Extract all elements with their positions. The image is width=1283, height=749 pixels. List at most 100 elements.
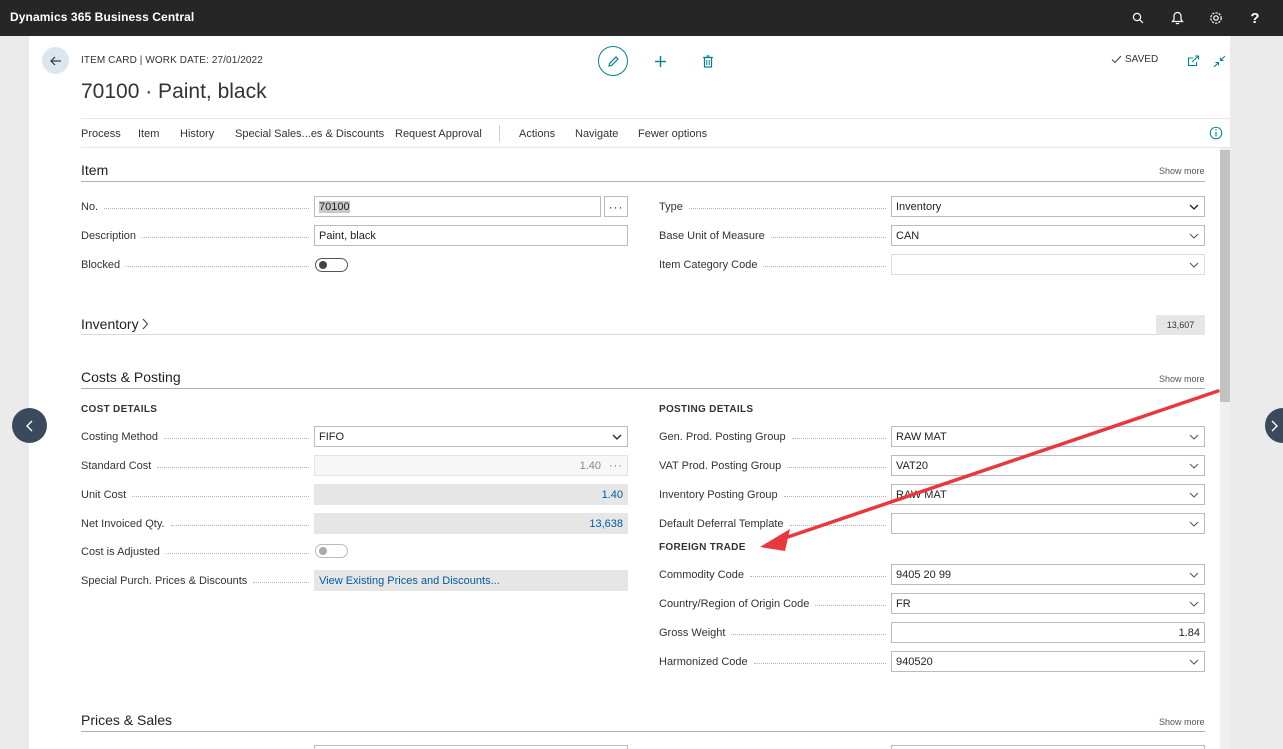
action-history[interactable]: History xyxy=(180,128,214,140)
action-special-sales[interactable]: Special Sales...es & Discounts xyxy=(235,128,384,140)
action-separator xyxy=(499,125,500,142)
saved-status: SAVED xyxy=(1111,54,1158,65)
action-request-approval[interactable]: Request Approval xyxy=(395,128,482,140)
deferral-template-label: Default Deferral Template xyxy=(659,518,892,530)
prices-field-partial[interactable] xyxy=(314,745,628,749)
origin-country-label: Country/Region of Origin Code xyxy=(659,598,892,610)
type-label: Type xyxy=(659,201,892,213)
gross-weight-field[interactable]: 1.84 xyxy=(891,622,1205,643)
edit-button[interactable] xyxy=(598,46,628,76)
chevron-right-icon xyxy=(1271,420,1278,431)
chevron-down-icon xyxy=(1188,259,1200,271)
vat-prod-posting-field[interactable]: VAT20 xyxy=(891,455,1205,476)
costs-show-more-link[interactable]: Show more xyxy=(1159,374,1205,384)
collapse-button[interactable] xyxy=(1210,52,1228,70)
section-divider xyxy=(81,334,1205,335)
chevron-down-icon xyxy=(1188,656,1200,668)
chevron-right-icon xyxy=(142,318,148,330)
description-field[interactable]: Paint, black xyxy=(314,225,628,246)
standard-cost-field[interactable]: 1.40 ··· xyxy=(314,455,628,476)
unit-cost-field[interactable]: 1.40 xyxy=(314,484,628,505)
breadcrumb: ITEM CARD | WORK DATE: 27/01/2022 xyxy=(81,55,263,66)
deferral-template-field[interactable] xyxy=(891,513,1205,534)
info-icon[interactable] xyxy=(1209,126,1223,140)
chevron-down-icon xyxy=(1188,201,1200,213)
standard-cost-assist-button[interactable]: ··· xyxy=(609,460,623,472)
blocked-toggle[interactable] xyxy=(315,258,348,272)
standard-cost-label: Standard Cost xyxy=(81,460,315,472)
arrow-left-icon xyxy=(49,56,61,65)
action-process[interactable]: Process xyxy=(81,128,121,140)
costing-method-label: Costing Method xyxy=(81,431,315,443)
previous-record-button[interactable] xyxy=(12,408,47,443)
posting-details-heading: POSTING DETAILS xyxy=(659,404,754,415)
chevron-down-icon xyxy=(1188,569,1200,581)
harmonized-code-field[interactable]: 940520 xyxy=(891,651,1205,672)
action-bar: Process Item History Special Sales...es … xyxy=(81,118,1230,148)
page-title: 70100 · Paint, black xyxy=(81,80,267,103)
new-button[interactable] xyxy=(650,51,670,71)
special-purch-field[interactable]: View Existing Prices and Discounts... xyxy=(314,570,628,591)
type-select[interactable]: Inventory xyxy=(891,196,1205,217)
help-icon[interactable]: ? xyxy=(1245,8,1265,28)
gen-prod-posting-field[interactable]: RAW MAT xyxy=(891,426,1205,447)
section-costs-posting-title[interactable]: Costs & Posting xyxy=(81,369,181,385)
inventory-title-text: Inventory xyxy=(81,316,139,332)
toggle-knob xyxy=(319,261,327,269)
costing-method-select[interactable]: FIFO xyxy=(314,426,628,447)
toggle-knob xyxy=(319,547,327,555)
base-uom-field[interactable]: CAN xyxy=(891,225,1205,246)
prices-show-more-link[interactable]: Show more xyxy=(1159,717,1205,727)
plus-icon xyxy=(654,55,666,67)
bell-icon[interactable] xyxy=(1167,8,1187,28)
scrollbar-thumb[interactable] xyxy=(1220,150,1230,402)
action-actions[interactable]: Actions xyxy=(519,128,555,140)
section-prices-sales-title[interactable]: Prices & Sales xyxy=(81,712,172,728)
gear-icon[interactable] xyxy=(1206,8,1226,28)
open-in-new-window-button[interactable] xyxy=(1184,52,1202,70)
pencil-icon xyxy=(607,55,619,67)
action-navigate[interactable]: Navigate xyxy=(575,128,618,140)
chevron-down-icon xyxy=(1188,518,1200,530)
section-item-title[interactable]: Item xyxy=(81,162,108,178)
chevron-down-icon xyxy=(1188,489,1200,501)
saved-label: SAVED xyxy=(1125,54,1159,65)
prices-field-partial[interactable] xyxy=(891,745,1205,749)
checkmark-icon xyxy=(1111,55,1122,64)
chevron-down-icon xyxy=(1188,598,1200,610)
net-invoiced-qty-field[interactable]: 13,638 xyxy=(314,513,628,534)
harmonized-code-label: Harmonized Code xyxy=(659,656,892,668)
chevron-down-icon xyxy=(1188,460,1200,472)
item-show-more-link[interactable]: Show more xyxy=(1159,166,1205,176)
unit-cost-label: Unit Cost xyxy=(81,489,315,501)
commodity-code-label: Commodity Code xyxy=(659,569,892,581)
item-category-field[interactable] xyxy=(891,254,1205,275)
collapse-icon xyxy=(1213,55,1225,67)
description-label: Description xyxy=(81,230,315,242)
cost-is-adjusted-toggle xyxy=(315,544,348,558)
item-category-label: Item Category Code xyxy=(659,259,892,271)
action-fewer-options[interactable]: Fewer options xyxy=(638,128,707,140)
search-icon[interactable] xyxy=(1128,8,1148,28)
section-inventory-title[interactable]: Inventory xyxy=(81,316,149,332)
inventory-posting-field[interactable]: RAW MAT xyxy=(891,484,1205,505)
no-assist-edit-button[interactable]: ··· xyxy=(604,196,628,217)
section-divider xyxy=(81,731,1205,732)
background-right xyxy=(1230,36,1283,749)
action-item[interactable]: Item xyxy=(138,128,159,140)
vat-prod-posting-label: VAT Prod. Posting Group xyxy=(659,460,892,472)
foreign-trade-heading: FOREIGN TRADE xyxy=(659,542,746,553)
back-button[interactable] xyxy=(42,47,69,74)
origin-country-field[interactable]: FR xyxy=(891,593,1205,614)
commodity-code-field[interactable]: 9405 20 99 xyxy=(891,564,1205,585)
chevron-left-icon xyxy=(25,420,32,431)
inventory-posting-label: Inventory Posting Group xyxy=(659,489,892,501)
special-purch-label: Special Purch. Prices & Discounts xyxy=(81,575,315,587)
no-field[interactable]: 70100 xyxy=(314,196,601,217)
open-new-window-icon xyxy=(1187,55,1199,67)
chevron-down-icon xyxy=(1188,431,1200,443)
delete-button[interactable] xyxy=(698,51,718,71)
net-invoiced-qty-label: Net Invoiced Qty. xyxy=(81,518,315,530)
blocked-label: Blocked xyxy=(81,259,315,271)
app-title[interactable]: Dynamics 365 Business Central xyxy=(10,10,194,24)
